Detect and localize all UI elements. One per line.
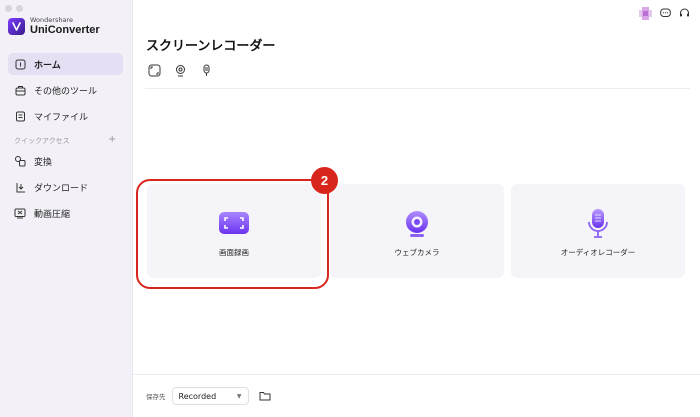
folder-icon[interactable] — [259, 390, 271, 402]
save-location-label: 保存先 — [146, 393, 166, 401]
sidebar-item-label: その他のツール — [34, 86, 98, 97]
webcam-card[interactable]: ウェブカメラ — [330, 184, 504, 278]
screen-capture-icon[interactable] — [147, 63, 161, 77]
chevron-down-icon: ▼ — [236, 392, 242, 400]
toolbox-icon — [14, 84, 26, 96]
file-icon — [14, 110, 26, 122]
home-icon — [14, 58, 26, 70]
close-window-button[interactable] — [5, 5, 12, 12]
footer: 保存先 Recorded ▼ — [146, 387, 271, 405]
sidebar-item-home[interactable]: ホーム — [8, 53, 123, 75]
compress-icon — [14, 207, 26, 219]
sidebar-item-download[interactable]: ダウンロード — [8, 176, 123, 198]
divider — [145, 88, 690, 89]
sidebar-item-label: ダウンロード — [34, 183, 89, 194]
webcam-small-icon[interactable] — [173, 63, 187, 77]
page-title: スクリーンレコーダー — [146, 39, 276, 54]
uniconverter-logo-icon — [8, 17, 25, 35]
sidebar-item-convert[interactable]: 変換 — [8, 150, 123, 172]
download-icon — [14, 181, 26, 193]
convert-icon — [14, 155, 26, 167]
window-controls — [5, 5, 23, 12]
mode-icon-row — [147, 63, 213, 77]
card-label: ウェブカメラ — [394, 248, 440, 257]
sidebar: Wondershare UniConverter ホーム その他のツール マイフ… — [0, 0, 133, 417]
quick-access-label: クイックアクセス — [14, 137, 70, 145]
brand: Wondershare UniConverter — [8, 17, 100, 36]
audio-recorder-card[interactable]: オーディオレコーダー — [511, 184, 685, 278]
minimize-window-button[interactable] — [16, 5, 23, 12]
sidebar-item-label: 変換 — [34, 157, 53, 168]
save-location-value: Recorded — [178, 391, 217, 401]
sidebar-item-label: マイファイル — [34, 112, 89, 123]
brand-name: UniConverter — [30, 23, 100, 36]
step-badge: 2 — [311, 167, 338, 194]
footer-divider — [133, 374, 700, 375]
add-quick-access-button[interactable]: + — [108, 134, 116, 145]
microphone-small-icon[interactable] — [199, 63, 213, 77]
save-location-select[interactable]: Recorded ▼ — [171, 387, 249, 405]
webcam-icon — [402, 209, 432, 239]
highlight-box — [136, 179, 329, 289]
sidebar-item-other-tools[interactable]: その他のツール — [8, 79, 123, 101]
sidebar-item-label: 動画圧縮 — [34, 209, 71, 220]
sidebar-item-compress[interactable]: 動画圧縮 — [8, 202, 123, 224]
sidebar-item-my-files[interactable]: マイファイル — [8, 105, 123, 127]
microphone-icon — [583, 209, 613, 239]
brand-company: Wondershare — [30, 16, 73, 24]
sidebar-item-label: ホーム — [34, 60, 61, 71]
card-label: オーディオレコーダー — [560, 248, 636, 257]
